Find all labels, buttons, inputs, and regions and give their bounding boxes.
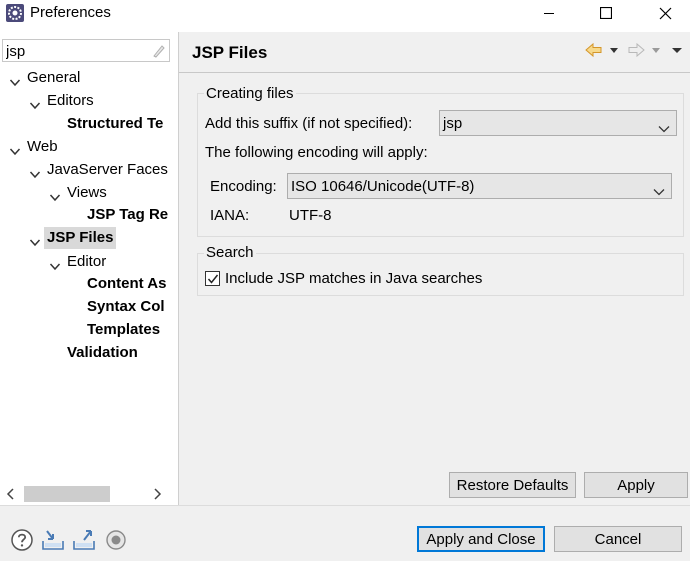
suffix-label: Add this suffix (if not specified): bbox=[205, 115, 413, 132]
scroll-right-icon[interactable] bbox=[150, 487, 164, 501]
dialog-footer: Apply and Close Cancel bbox=[0, 506, 690, 561]
back-arrow-icon[interactable] bbox=[585, 42, 607, 60]
apply-button[interactable]: Apply bbox=[584, 472, 688, 498]
back-menu-chevron-icon[interactable] bbox=[609, 42, 621, 60]
filter-field[interactable] bbox=[2, 39, 170, 62]
eclipse-app-icon bbox=[5, 3, 25, 23]
chevron-down-icon[interactable] bbox=[29, 165, 41, 179]
tree-item-label: JSP Tag Re bbox=[87, 206, 169, 223]
chevron-down-icon[interactable] bbox=[9, 142, 21, 156]
view-menu-chevron-icon[interactable] bbox=[671, 42, 685, 60]
tree-item-views[interactable]: Views bbox=[0, 182, 170, 204]
tree-item-web[interactable]: Web bbox=[0, 136, 170, 158]
tree-item-label: Validation bbox=[67, 344, 138, 361]
cancel-button[interactable]: Cancel bbox=[554, 526, 682, 552]
restore-defaults-button[interactable]: Restore Defaults bbox=[449, 472, 576, 498]
tree-item-label: General bbox=[27, 69, 81, 86]
help-icon[interactable] bbox=[10, 528, 34, 552]
forward-arrow-icon[interactable] bbox=[627, 42, 649, 60]
preference-tree-panel: General Editors Structured Te Web JavaSe… bbox=[0, 32, 178, 506]
include-jsp-label[interactable]: Include JSP matches in Java searches bbox=[225, 270, 482, 287]
tree-item-label: Content As bbox=[87, 275, 167, 292]
tree-item-syntax-coloring[interactable]: Syntax Col bbox=[0, 296, 170, 318]
tree-item-label: JavaServer Faces bbox=[47, 161, 168, 178]
header-separator bbox=[179, 72, 690, 73]
tree-item-templates[interactable]: Templates bbox=[0, 319, 170, 341]
tree-item-label: Templates bbox=[87, 321, 161, 338]
page-header: JSP Files bbox=[179, 32, 690, 72]
page-title: JSP Files bbox=[192, 43, 268, 62]
tree-item-jsp-tag-registry[interactable]: JSP Tag Re bbox=[0, 204, 170, 226]
maximize-button[interactable] bbox=[583, 0, 629, 26]
preference-page: JSP Files Creating files Add this suffix… bbox=[179, 32, 690, 505]
chevron-down-icon bbox=[658, 120, 670, 133]
encoding-value: ISO 10646/Unicode(UTF-8) bbox=[291, 178, 475, 195]
clear-filter-icon[interactable] bbox=[151, 43, 165, 58]
filter-input[interactable] bbox=[6, 41, 146, 61]
chevron-down-icon[interactable] bbox=[29, 96, 41, 110]
tree-item-editors[interactable]: Editors bbox=[0, 90, 170, 112]
oomph-icon[interactable] bbox=[104, 528, 128, 552]
chevron-down-icon[interactable] bbox=[49, 257, 61, 271]
export-icon[interactable] bbox=[72, 528, 96, 552]
chevron-down-icon bbox=[653, 183, 665, 196]
tree-item-label: Editors bbox=[47, 92, 94, 109]
tree-item-label: JSP Files bbox=[44, 227, 117, 249]
chevron-down-icon[interactable] bbox=[29, 233, 41, 247]
tree-item-label: Syntax Col bbox=[87, 298, 165, 315]
window-title: Preferences bbox=[30, 4, 111, 21]
tree-item-validation[interactable]: Validation bbox=[0, 342, 170, 364]
suffix-value: jsp bbox=[443, 115, 463, 132]
encoding-note: The following encoding will apply: bbox=[205, 144, 428, 161]
import-icon[interactable] bbox=[41, 528, 65, 552]
scroll-left-icon[interactable] bbox=[4, 487, 18, 501]
tree-item-javaserver-faces[interactable]: JavaServer Faces bbox=[0, 159, 170, 181]
include-jsp-checkbox[interactable] bbox=[205, 271, 220, 286]
horizontal-scrollbar[interactable] bbox=[2, 485, 170, 503]
tree-item-editor[interactable]: Editor bbox=[0, 251, 170, 273]
iana-value: UTF-8 bbox=[289, 207, 332, 224]
tree-item-label: Views bbox=[67, 184, 107, 201]
encoding-label: Encoding: bbox=[210, 178, 277, 195]
scrollbar-thumb[interactable] bbox=[24, 486, 110, 502]
apply-and-close-button[interactable]: Apply and Close bbox=[417, 526, 545, 552]
title-bar: Preferences bbox=[0, 0, 690, 26]
close-button[interactable] bbox=[642, 0, 688, 26]
tree-item-general[interactable]: General bbox=[0, 67, 170, 89]
forward-menu-chevron-icon[interactable] bbox=[651, 42, 663, 60]
tree-item-content-assist[interactable]: Content As bbox=[0, 273, 170, 295]
tree-item-label: Structured Te bbox=[67, 115, 164, 132]
search-group-label: Search bbox=[204, 244, 256, 261]
chevron-down-icon[interactable] bbox=[49, 188, 61, 202]
chevron-down-icon[interactable] bbox=[9, 73, 21, 87]
tree-item-label: Editor bbox=[67, 253, 107, 270]
creating-files-group-label: Creating files bbox=[204, 85, 296, 102]
iana-label: IANA: bbox=[210, 207, 250, 224]
preference-tree: General Editors Structured Te Web JavaSe… bbox=[0, 66, 170, 482]
minimize-button[interactable] bbox=[526, 0, 572, 26]
encoding-combo[interactable]: ISO 10646/Unicode(UTF-8) bbox=[287, 173, 672, 199]
tree-item-structured-text-editors[interactable]: Structured Te bbox=[0, 113, 170, 135]
tree-item-jsp-files[interactable]: JSP Files bbox=[0, 227, 170, 249]
suffix-combo[interactable]: jsp bbox=[439, 110, 677, 136]
tree-item-label: Web bbox=[27, 138, 58, 155]
